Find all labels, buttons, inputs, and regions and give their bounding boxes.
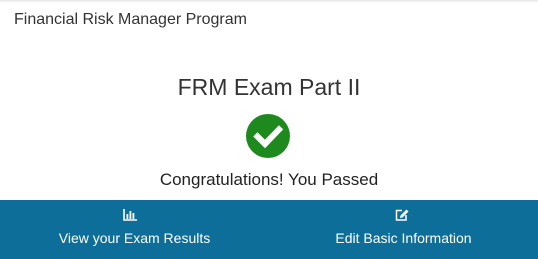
action-bar: View your Exam Results Edit Basic Inform… <box>0 200 538 259</box>
view-exam-results-button[interactable]: View your Exam Results <box>0 200 269 259</box>
pass-status-message: Congratulations! You Passed <box>159 170 379 189</box>
bar-chart-icon <box>123 209 137 221</box>
program-title: Financial Risk Manager Program <box>14 11 247 28</box>
edit-icon <box>395 209 409 221</box>
check-circle-icon <box>246 114 290 158</box>
header-divider <box>0 0 538 3</box>
edit-basic-information-label: Edit Basic Information <box>335 230 472 246</box>
exam-title: FRM Exam Part II <box>177 74 361 100</box>
view-exam-results-label: View your Exam Results <box>58 230 211 246</box>
edit-basic-information-button[interactable]: Edit Basic Information <box>269 200 538 259</box>
